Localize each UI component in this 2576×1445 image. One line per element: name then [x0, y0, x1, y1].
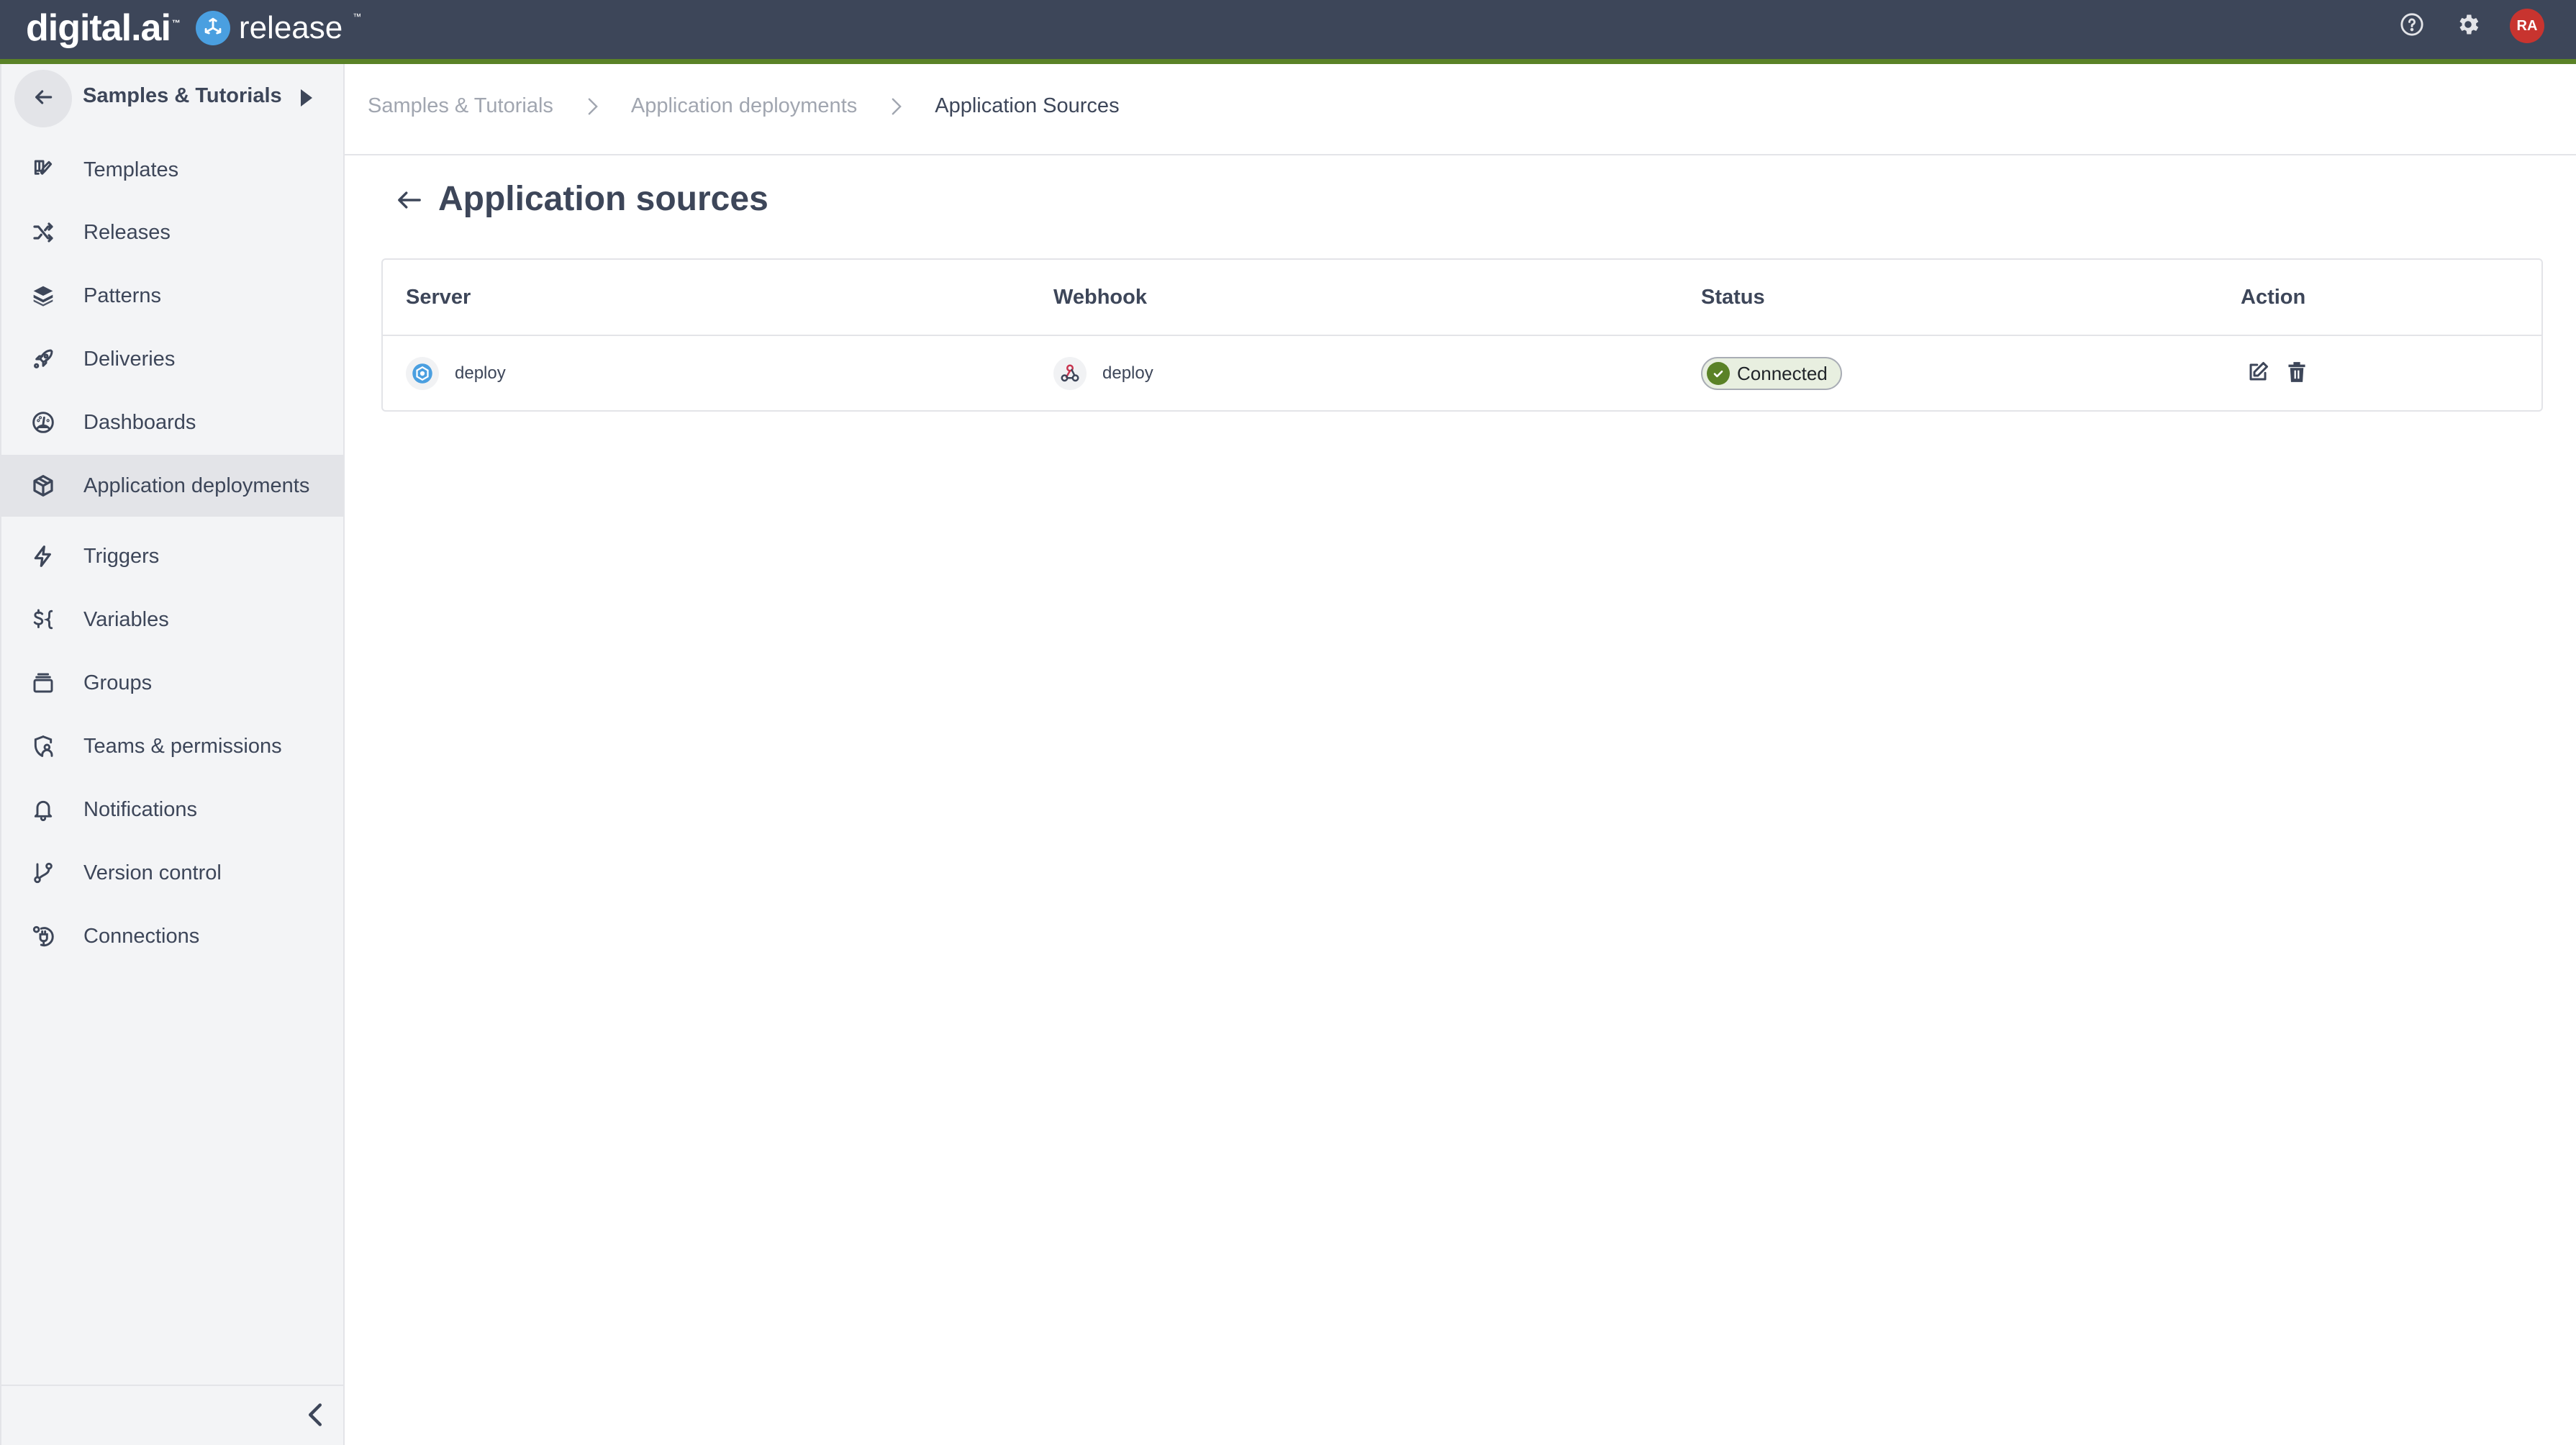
page-header: Application sources — [395, 179, 768, 219]
edit-button[interactable] — [2244, 359, 2272, 388]
webhook-cell: deploy — [1053, 336, 1153, 411]
column-header-webhook: Webhook — [1053, 286, 1147, 309]
sidebar-item-templates[interactable]: Templates — [1, 139, 345, 201]
groups-icon — [30, 670, 56, 696]
breadcrumb-bar: Samples & Tutorials Application deployme… — [345, 64, 2576, 155]
sidebar-item-teams-permissions[interactable]: Teams & permissions — [1, 715, 345, 777]
sidebar-item-label: Variables — [83, 607, 169, 631]
sidebar-item-label: Notifications — [83, 797, 197, 821]
bell-icon — [30, 797, 56, 823]
rocket-icon — [30, 346, 56, 372]
deploy-server-icon — [406, 357, 439, 390]
brand-product-name: release — [238, 10, 343, 45]
application-sources-table: Server Webhook Status Action deploy depl… — [381, 258, 2543, 412]
package-icon — [30, 473, 56, 499]
status-cell: Connected — [1701, 336, 1842, 411]
sidebar-item-label: Releases — [83, 220, 171, 244]
top-navigation-bar: digital.ai ™ release ™ RA — [0, 0, 2576, 59]
shuffle-icon — [30, 219, 56, 245]
plug-icon — [30, 923, 56, 949]
page-back-button[interactable] — [395, 188, 424, 217]
sidebar-item-triggers[interactable]: Triggers — [1, 525, 345, 587]
sidebar-item-label: Application deployments — [83, 474, 310, 497]
sidebar-item-version-control[interactable]: Version control — [1, 842, 345, 904]
edit-icon — [2247, 361, 2269, 386]
server-cell: deploy — [406, 336, 506, 411]
sidebar-item-application-deployments[interactable]: Application deployments — [1, 455, 345, 517]
gear-icon — [2455, 12, 2481, 41]
column-header-status: Status — [1701, 286, 1765, 309]
help-button[interactable] — [2398, 12, 2426, 40]
server-name[interactable]: deploy — [455, 363, 506, 384]
table-header: Server Webhook Status Action — [383, 260, 2541, 336]
user-avatar[interactable]: RA — [2510, 9, 2544, 43]
breadcrumb: Samples & Tutorials Application deployme… — [368, 94, 1120, 118]
webhook-name[interactable]: deploy — [1102, 363, 1153, 384]
release-product-logo: release ™ — [195, 10, 361, 46]
brand-logo[interactable]: digital.ai ™ release ™ — [26, 6, 361, 50]
sidebar-item-label: Deliveries — [83, 347, 176, 371]
templates-icon — [30, 157, 56, 183]
folder-expand-button[interactable] — [298, 89, 315, 110]
delete-icon — [2287, 361, 2307, 386]
breadcrumb-item[interactable]: Application deployments — [631, 94, 857, 118]
sidebar-back-button[interactable] — [14, 70, 72, 127]
caret-right-icon — [301, 89, 312, 110]
git-branch-icon — [30, 860, 56, 886]
check-circle-icon — [1707, 362, 1730, 385]
sidebar: Samples & Tutorials Templates Releases P… — [0, 64, 345, 1445]
sidebar-item-label: Templates — [83, 158, 179, 181]
status-text: Connected — [1737, 362, 1828, 384]
lightning-icon — [30, 543, 56, 569]
sidebar-item-label: Dashboards — [83, 410, 196, 434]
variables-icon — [30, 607, 56, 633]
release-logo-icon — [195, 11, 230, 45]
sidebar-folder-name[interactable]: Samples & Tutorials — [83, 84, 282, 108]
sidebar-item-connections[interactable]: Connections — [1, 905, 345, 967]
sidebar-item-notifications[interactable]: Notifications — [1, 779, 345, 841]
arrow-left-icon — [32, 86, 55, 112]
sidebar-folder-header: Samples & Tutorials — [1, 64, 345, 130]
status-badge: Connected — [1701, 357, 1842, 390]
sidebar-item-variables[interactable]: Variables — [1, 589, 345, 651]
sidebar-footer — [1, 1385, 345, 1445]
chevron-right-icon — [585, 96, 601, 117]
main-content: Samples & Tutorials Application deployme… — [345, 64, 2576, 1445]
sidebar-collapse-button[interactable] — [302, 1402, 328, 1431]
sidebar-item-releases[interactable]: Releases — [1, 201, 345, 263]
sidebar-item-deliveries[interactable]: Deliveries — [1, 328, 345, 390]
sidebar-item-label: Groups — [83, 671, 153, 694]
chevron-left-icon — [307, 1403, 323, 1431]
gauge-icon — [30, 409, 56, 435]
chevron-right-icon — [889, 96, 904, 117]
breadcrumb-item[interactable]: Samples & Tutorials — [368, 94, 553, 118]
delete-button[interactable] — [2282, 359, 2311, 388]
sidebar-item-label: Triggers — [83, 544, 160, 568]
action-cell — [2244, 336, 2321, 411]
settings-button[interactable] — [2454, 12, 2482, 40]
arrow-left-icon — [397, 191, 422, 213]
column-header-server: Server — [406, 286, 471, 309]
sidebar-item-label: Teams & permissions — [83, 734, 282, 758]
brand-company-name: digital.ai — [26, 7, 171, 49]
sidebar-item-groups[interactable]: Groups — [1, 652, 345, 714]
shield-user-icon — [30, 733, 56, 759]
sidebar-item-dashboards[interactable]: Dashboards — [1, 391, 345, 453]
breadcrumb-current: Application Sources — [935, 94, 1120, 117]
sidebar-item-patterns[interactable]: Patterns — [1, 265, 345, 327]
sidebar-item-label: Version control — [83, 861, 222, 884]
webhook-icon — [1053, 357, 1087, 390]
layers-icon — [30, 283, 56, 309]
topbar-accent-stripe — [0, 59, 2576, 64]
sidebar-item-label: Patterns — [83, 284, 161, 307]
digital-ai-logo: digital.ai ™ — [26, 7, 181, 49]
column-header-action: Action — [2241, 286, 2306, 309]
sidebar-item-label: Connections — [83, 924, 200, 948]
help-circle-icon — [2400, 12, 2424, 40]
table-row: deploy deploy Connected — [383, 336, 2541, 411]
page-title: Application sources — [438, 180, 768, 218]
